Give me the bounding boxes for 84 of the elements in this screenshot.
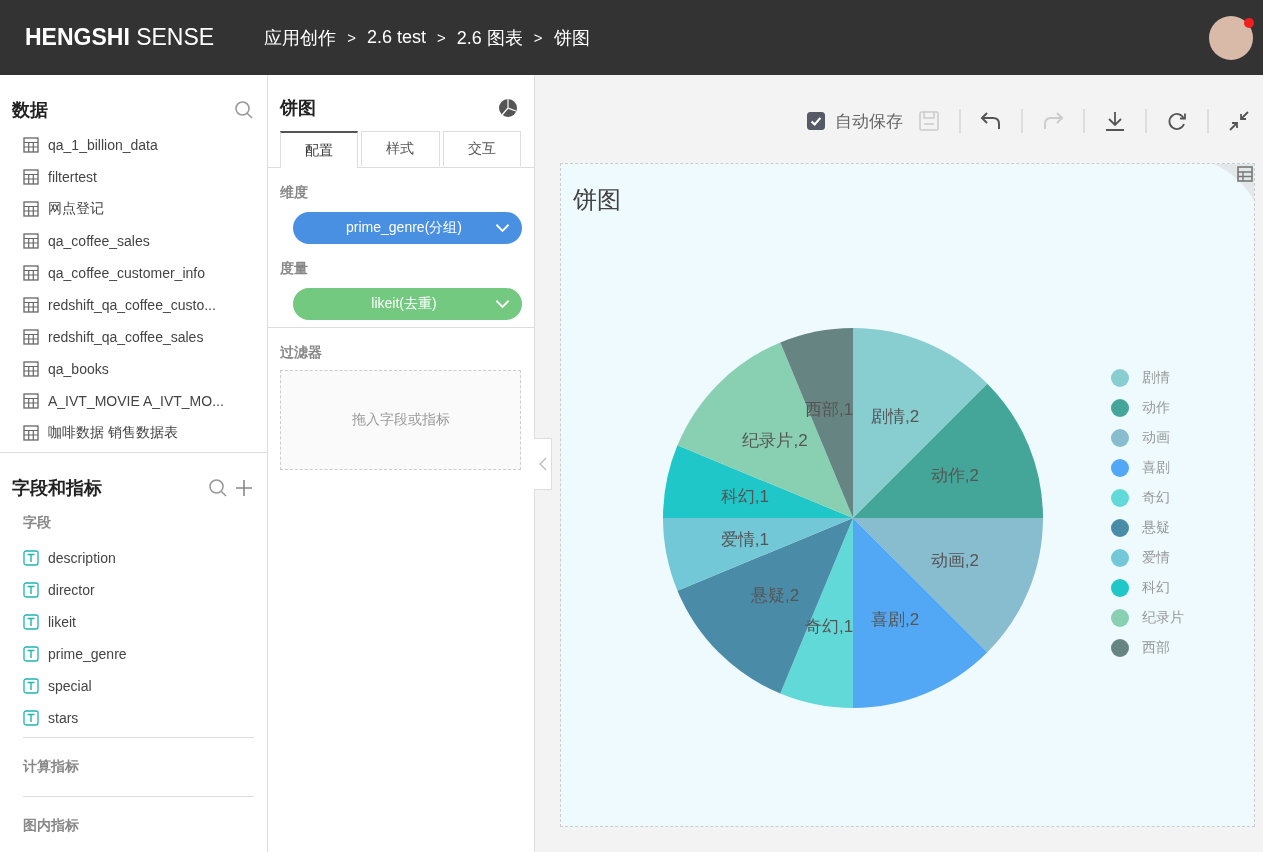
chevron-down-icon xyxy=(495,223,510,233)
text-field-icon xyxy=(23,710,39,726)
collapse-handle[interactable] xyxy=(534,438,552,490)
table-name[interactable]: redshift_qa_coffee_custo... xyxy=(48,297,216,313)
table-name[interactable]: qa_books xyxy=(48,361,109,377)
breadcrumb-link[interactable]: 饼图 xyxy=(553,25,590,50)
text-field-icon xyxy=(23,614,39,630)
slice-label: 爱情,1 xyxy=(720,530,769,549)
section-heading: 图内指标 xyxy=(22,816,80,835)
collapse-icon[interactable] xyxy=(1228,110,1250,132)
panel-title: 饼图 xyxy=(280,97,316,120)
panel-title: 数据 xyxy=(12,99,48,122)
pie-slice[interactable] xyxy=(853,383,1043,518)
pie-chart-icon[interactable] xyxy=(498,98,518,118)
breadcrumb-separator: > xyxy=(533,29,543,46)
field-name[interactable]: prime_genre xyxy=(48,646,127,662)
chart-title: 饼图 xyxy=(573,185,621,213)
slot-label: 过滤器 xyxy=(279,343,323,362)
slice-label: 剧情,2 xyxy=(871,406,920,426)
slice-label: 动作,2 xyxy=(930,466,979,486)
slot-label: 维度 xyxy=(280,183,309,202)
pie-slice[interactable] xyxy=(853,518,1043,653)
field-name[interactable]: director xyxy=(48,582,95,598)
download-icon[interactable] xyxy=(1104,110,1126,132)
refresh-icon[interactable] xyxy=(1166,110,1188,132)
table-name[interactable]: filtertest xyxy=(48,169,97,185)
slice-label: 纪录片,2 xyxy=(742,430,808,450)
table-icon xyxy=(23,297,39,313)
pie-slice[interactable] xyxy=(853,518,988,708)
pie-slice[interactable] xyxy=(853,328,988,518)
slot-label: 度量 xyxy=(280,259,309,278)
text-field-icon xyxy=(23,550,39,566)
table-icon xyxy=(23,425,39,441)
field-name[interactable]: description xyxy=(48,550,116,566)
slice-label: 科幻,1 xyxy=(720,487,769,506)
tab[interactable]: 配置 xyxy=(280,131,359,168)
table-name[interactable]: qa_coffee_customer_info xyxy=(48,265,205,281)
autosave-checkbox[interactable] xyxy=(807,112,825,130)
pie-slice[interactable] xyxy=(677,342,853,518)
chevron-down-icon xyxy=(495,299,510,309)
table-icon xyxy=(23,361,39,377)
drop-zone-placeholder: 拖入字段或指标 xyxy=(351,411,450,429)
table-icon xyxy=(23,169,39,185)
avatar[interactable] xyxy=(1209,15,1253,60)
add-icon[interactable] xyxy=(234,478,254,498)
search-icon[interactable] xyxy=(208,478,228,498)
text-field-icon xyxy=(23,678,39,694)
table-icon xyxy=(23,329,39,345)
tab[interactable]: 样式 xyxy=(361,131,440,166)
autosave-label: 自动保存 xyxy=(835,110,903,133)
field-name[interactable]: likeit xyxy=(48,614,76,630)
table-icon xyxy=(23,393,39,409)
table-name[interactable]: qa_1_billion_data xyxy=(48,137,158,153)
table-icon xyxy=(23,201,39,217)
slice-label: 悬疑,2 xyxy=(751,586,800,606)
text-field-icon xyxy=(23,646,39,662)
logo[interactable]: HENGSHI SENSE xyxy=(25,24,215,51)
table-icon xyxy=(23,265,39,281)
pie-slice[interactable] xyxy=(677,518,853,694)
section-heading: 字段 xyxy=(22,513,52,532)
search-icon[interactable] xyxy=(234,100,254,120)
table-icon xyxy=(23,233,39,249)
field-name[interactable]: special xyxy=(48,678,92,694)
text-field-icon xyxy=(23,582,39,598)
breadcrumb-separator: > xyxy=(437,29,446,46)
table-name[interactable]: 咖啡数据 销售数据表 xyxy=(48,424,178,442)
breadcrumb-separator: > xyxy=(347,29,356,46)
chevron-left-icon xyxy=(538,457,547,471)
table-view-icon[interactable] xyxy=(1214,164,1254,200)
slice-label: 喜剧,2 xyxy=(871,610,920,630)
tab[interactable]: 交互 xyxy=(442,131,521,166)
slice-label: 动画,2 xyxy=(930,550,979,570)
field-name[interactable]: stars xyxy=(48,710,79,726)
table-name[interactable]: 网点登记 xyxy=(48,200,104,218)
breadcrumb-link[interactable]: 2.6 test xyxy=(366,27,426,48)
table-name[interactable]: qa_coffee_sales xyxy=(48,233,150,249)
table-icon xyxy=(23,137,39,153)
table-name[interactable]: A_IVT_MOVIE A_IVT_MO... xyxy=(48,393,224,409)
breadcrumb-link[interactable]: 2.6 图表 xyxy=(456,25,523,50)
table-name[interactable]: redshift_qa_coffee_sales xyxy=(48,329,204,345)
undo-icon[interactable] xyxy=(980,110,1002,132)
panel-title: 字段和指标 xyxy=(12,477,102,500)
breadcrumb-link[interactable]: 应用创作 xyxy=(264,25,337,50)
section-heading: 计算指标 xyxy=(21,757,80,776)
